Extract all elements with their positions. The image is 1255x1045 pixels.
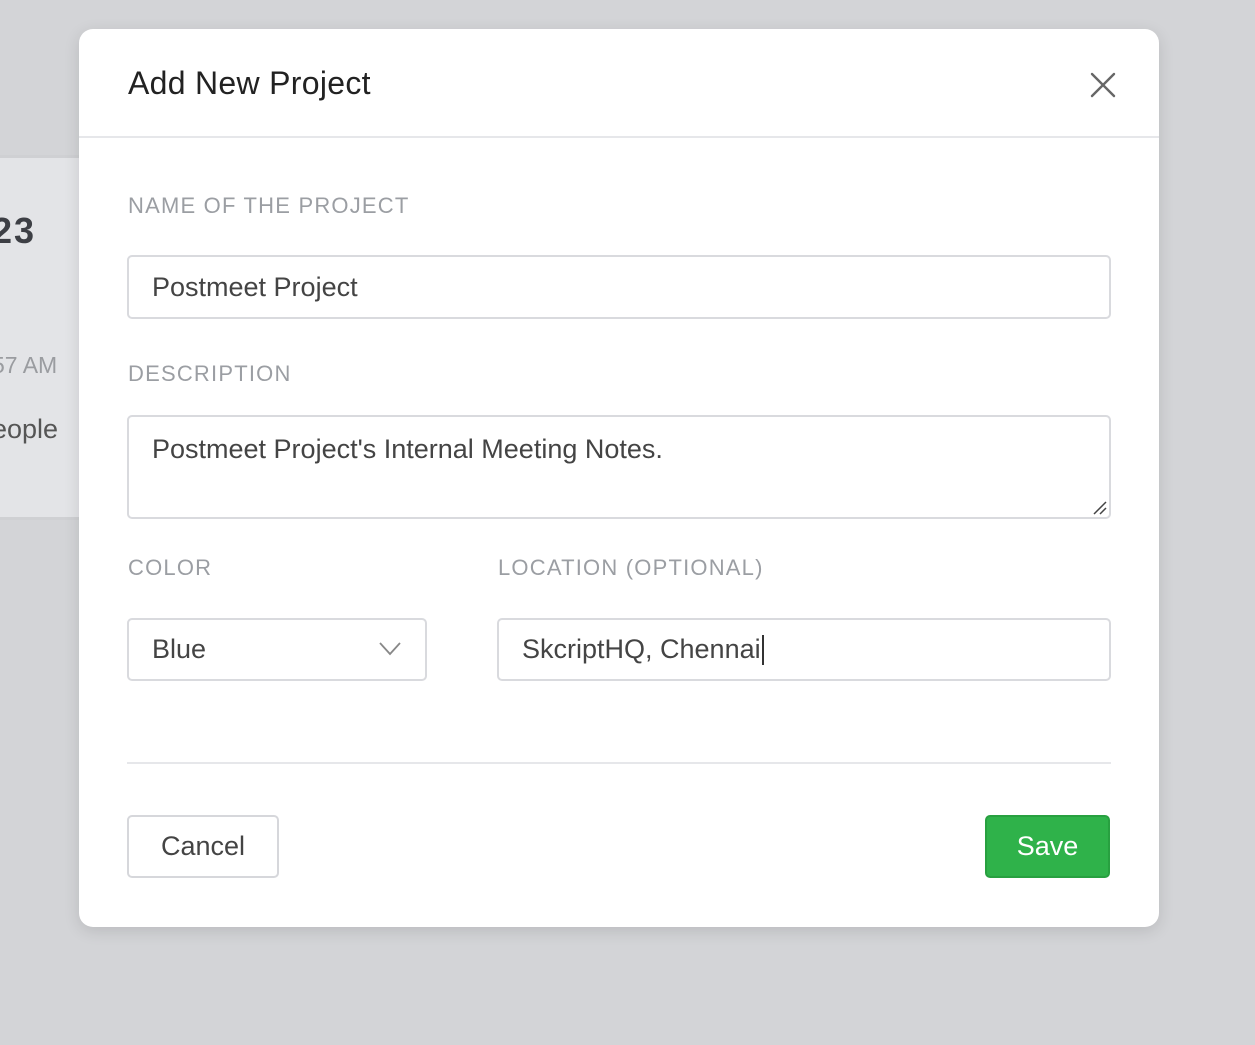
footer-divider: [127, 762, 1111, 764]
background-count: 23: [0, 210, 37, 251]
modal-title: Add New Project: [128, 65, 371, 101]
project-name-label: NAME OF THE PROJECT: [128, 193, 410, 218]
background-time: 57 AM: [0, 352, 58, 378]
description-label: DESCRIPTION: [128, 361, 292, 386]
project-name-value: Postmeet Project: [152, 271, 358, 302]
project-name-input[interactable]: Postmeet Project: [127, 255, 1111, 319]
color-select[interactable]: Blue: [127, 618, 427, 681]
modal-header: Add New Project: [79, 29, 1159, 138]
color-label: COLOR: [128, 555, 213, 580]
description-textarea[interactable]: Postmeet Project's Internal Meeting Note…: [127, 415, 1111, 519]
chevron-down-icon: [379, 642, 401, 656]
add-project-modal: Add New Project NAME OF THE PROJECT Post…: [79, 29, 1159, 927]
color-selected-value: Blue: [152, 634, 207, 664]
location-label: LOCATION (OPTIONAL): [498, 555, 764, 580]
background-people: eople: [0, 414, 59, 444]
location-input[interactable]: SkcriptHQ, Chennai: [497, 618, 1111, 681]
description-value: Postmeet Project's Internal Meeting Note…: [152, 434, 663, 464]
location-value: SkcriptHQ, Chennai: [522, 634, 761, 664]
save-button[interactable]: Save: [985, 815, 1110, 878]
text-cursor: [761, 634, 764, 665]
close-icon[interactable]: [1085, 67, 1121, 103]
cancel-button[interactable]: Cancel: [127, 815, 279, 878]
resize-handle-icon[interactable]: [1091, 499, 1107, 515]
